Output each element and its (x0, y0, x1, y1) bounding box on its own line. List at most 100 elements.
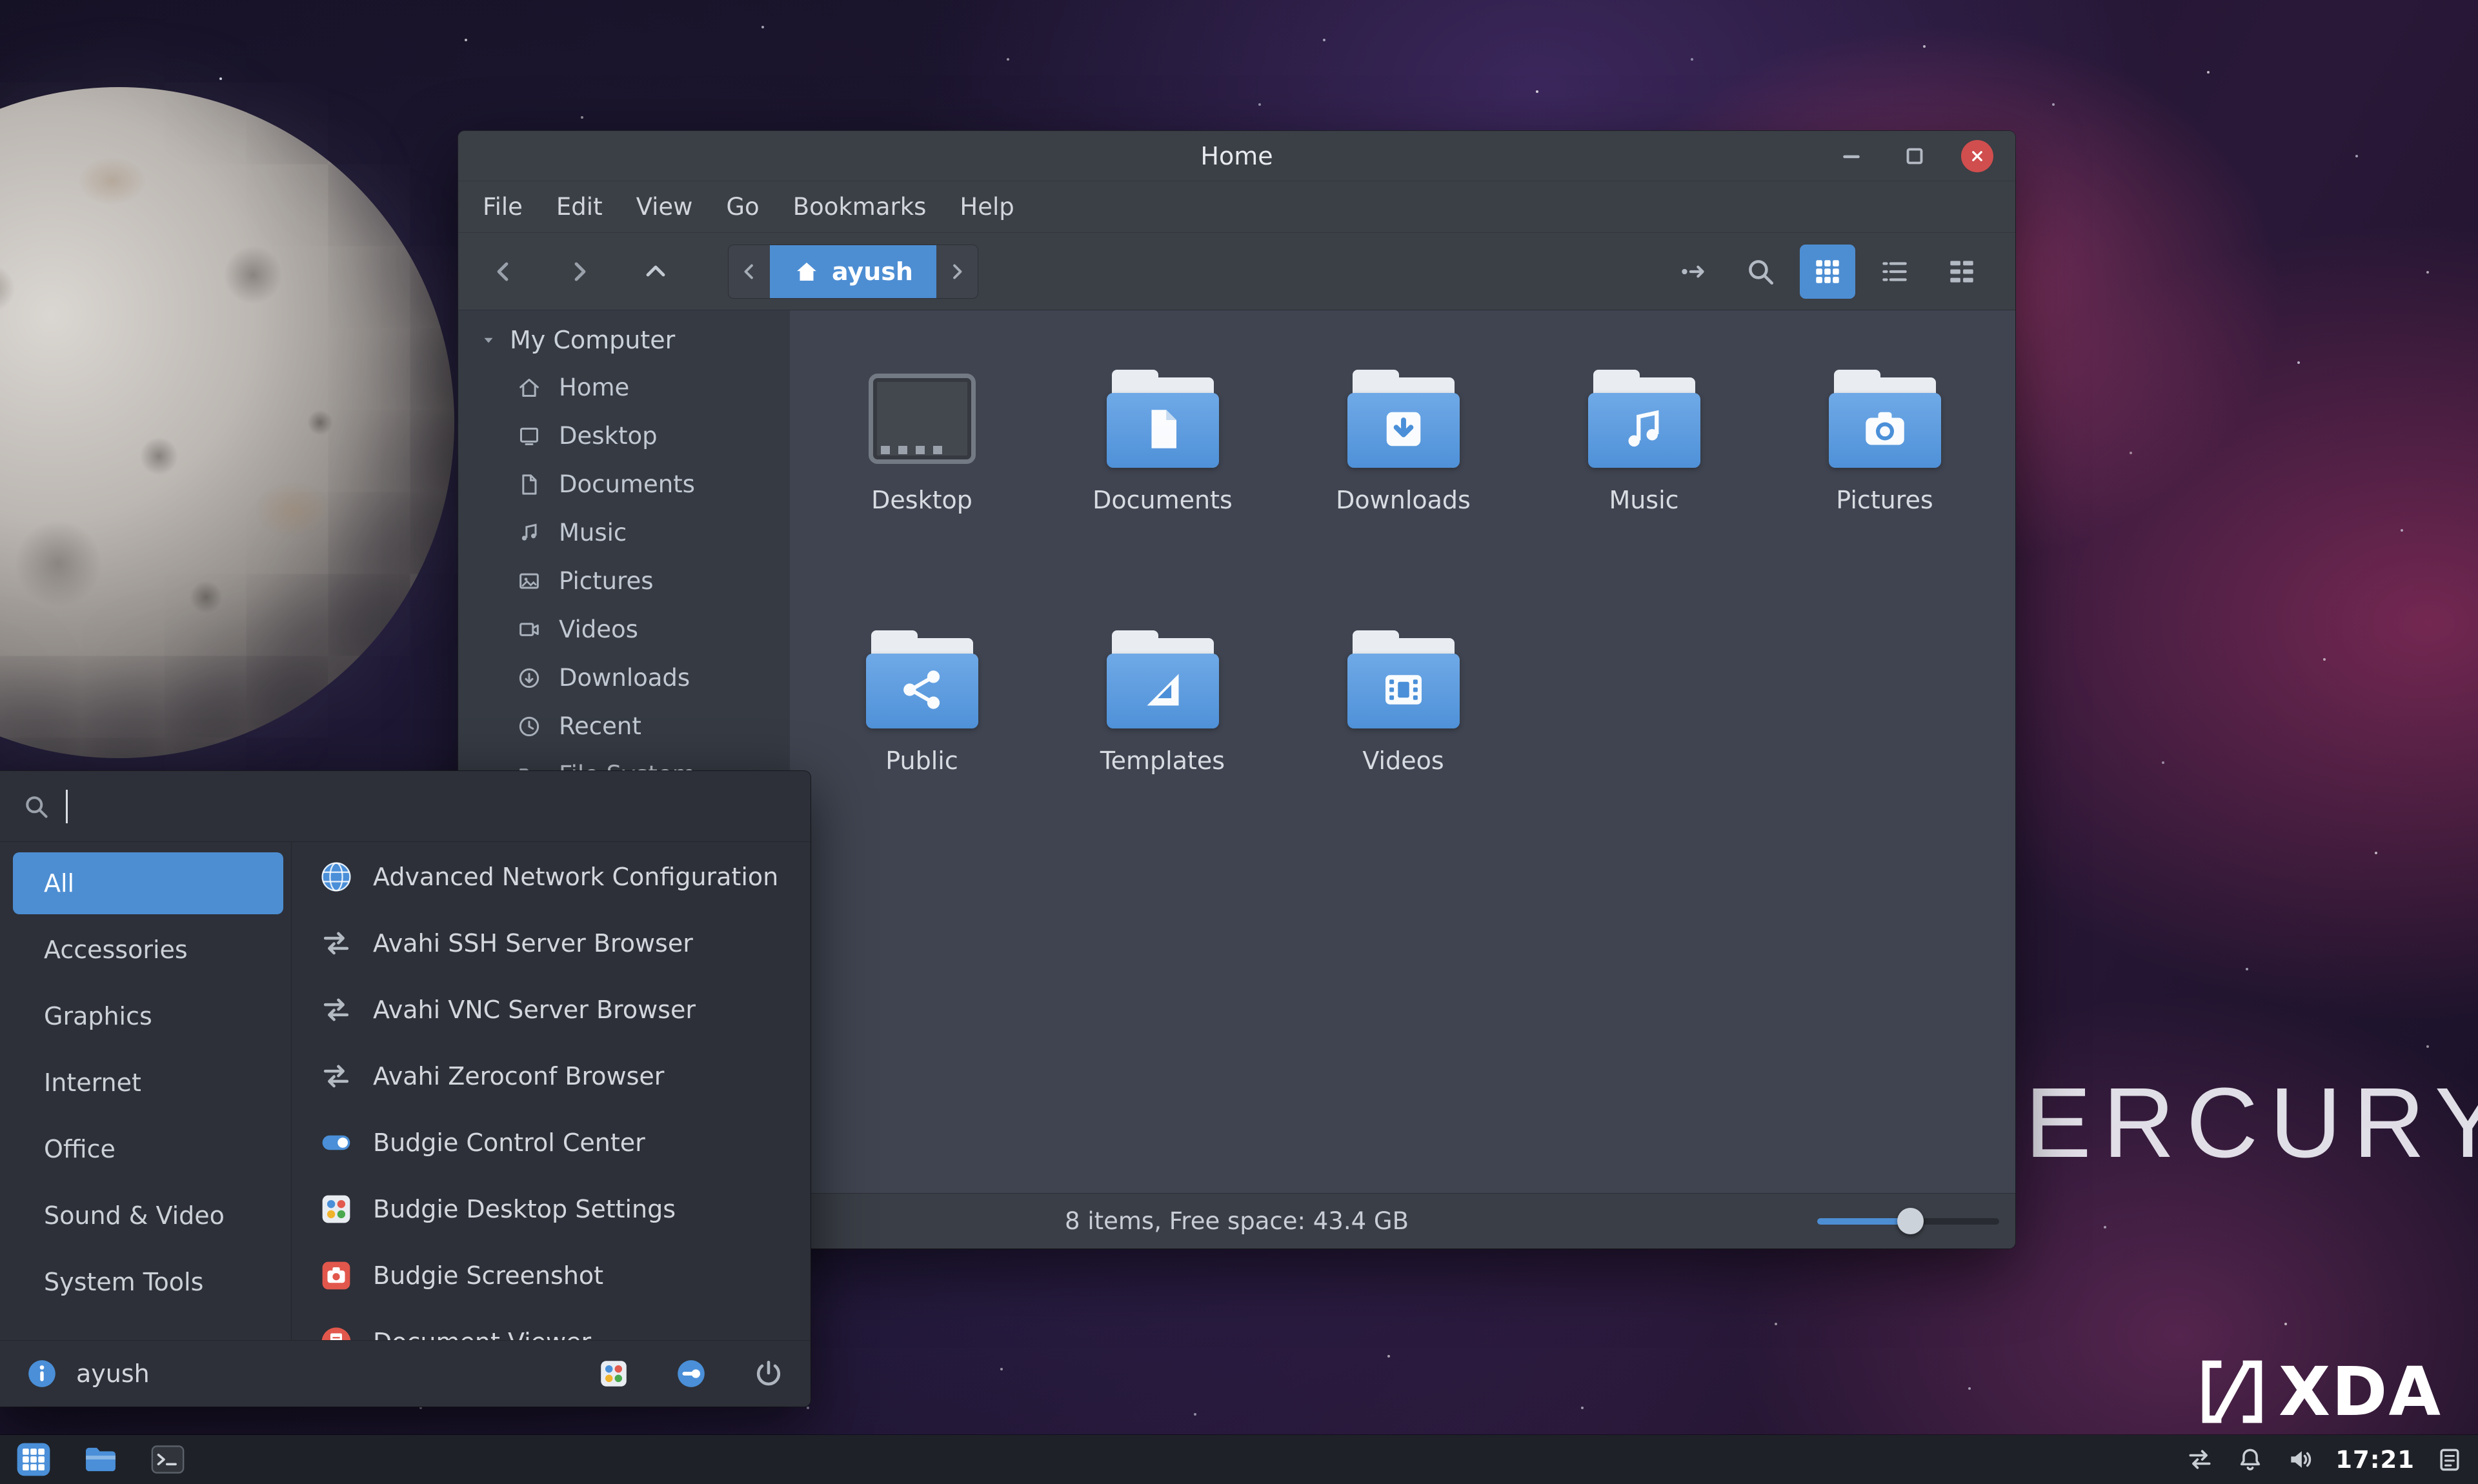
user-info-button[interactable] (25, 1356, 59, 1391)
file-item[interactable]: Videos (1283, 624, 1524, 885)
template-icon (1136, 663, 1190, 717)
power-button[interactable] (751, 1356, 786, 1391)
app-list-item[interactable]: Budgie Screenshot (292, 1242, 811, 1309)
app-list-item[interactable]: Avahi SSH Server Browser (292, 910, 811, 976)
chevron-left-icon (488, 256, 519, 287)
app-list-item[interactable]: Advanced Network Configuration (292, 843, 811, 910)
compact-view-button[interactable] (1934, 245, 1989, 299)
sidebar-item[interactable]: Recent (458, 702, 790, 750)
sidebar-section-my-computer[interactable]: My Computer (458, 317, 790, 363)
app-menu: All Accessories Graphics Internet Office (0, 771, 811, 1407)
terminal-icon (149, 1441, 186, 1478)
file-item[interactable]: Desktop (801, 363, 1042, 624)
maximize-button[interactable] (1898, 139, 1931, 173)
app-list-item[interactable]: Document Viewer (292, 1309, 811, 1340)
zoom-slider-track[interactable] (1817, 1218, 1999, 1225)
app-search-input[interactable] (83, 786, 789, 827)
chevron-right-icon (945, 259, 969, 284)
sidebar-item[interactable]: Documents (458, 460, 790, 508)
file-item[interactable]: Pictures (1764, 363, 2005, 624)
list-view-icon (1879, 256, 1911, 288)
file-item[interactable]: Documents (1042, 363, 1283, 624)
file-item[interactable]: Downloads (1283, 363, 1524, 624)
edit-location-button[interactable] (1666, 245, 1721, 299)
app-grid-icon (15, 1441, 52, 1478)
volume-tray-button[interactable] (2285, 1444, 2316, 1475)
app-list-item[interactable]: Budgie Control Center (292, 1109, 811, 1176)
category-item[interactable]: Accessories (13, 919, 283, 981)
chevron-up-icon (640, 256, 671, 287)
sidebar-item[interactable]: Pictures (458, 557, 790, 605)
category-item[interactable]: All (13, 852, 283, 914)
pictures-icon (516, 568, 542, 594)
breadcrumb-current-location[interactable]: ayush (770, 245, 936, 298)
search-icon (1744, 256, 1777, 288)
sidebar-item[interactable]: Videos (458, 605, 790, 654)
zoom-slider[interactable] (1817, 1194, 1999, 1248)
file-label: Videos (1362, 747, 1444, 775)
file-icon (861, 628, 983, 731)
notifications-tray-button[interactable] (2235, 1444, 2266, 1475)
back-button[interactable] (474, 245, 533, 299)
files-taskbar-button[interactable] (80, 1439, 121, 1480)
category-item[interactable]: Internet (13, 1052, 283, 1114)
file-label: Downloads (1336, 486, 1471, 514)
file-icon (1342, 628, 1465, 731)
control-center-button[interactable] (674, 1356, 709, 1391)
sidebar-item[interactable]: Downloads (458, 654, 790, 702)
file-label: Public (885, 747, 958, 775)
sidebar-item[interactable]: Desktop (458, 412, 790, 460)
app-label: Budgie Screenshot (373, 1261, 603, 1290)
breadcrumb-prev-button[interactable] (729, 245, 770, 298)
sidebar-item-label: Downloads (559, 664, 690, 692)
category-item[interactable]: Graphics (13, 985, 283, 1047)
category-item[interactable]: System Tools (13, 1251, 283, 1313)
network-tray-button[interactable] (2184, 1444, 2215, 1475)
sidebar-item[interactable]: Music (458, 508, 790, 557)
desktop-settings-button[interactable] (596, 1356, 631, 1391)
notes-tray-button[interactable] (2434, 1444, 2465, 1475)
search-button[interactable] (1733, 245, 1788, 299)
breadcrumb-next-button[interactable] (936, 245, 978, 298)
sidebar-item-label: Home (559, 374, 629, 401)
menubar-item[interactable]: View (620, 181, 710, 232)
menubar-item[interactable]: Bookmarks (776, 181, 943, 232)
menubar-item[interactable]: Help (943, 181, 1031, 232)
menubar-item[interactable]: Go (709, 181, 776, 232)
up-button[interactable] (626, 245, 685, 299)
menubar-item[interactable]: File (466, 181, 539, 232)
compact-view-icon (1946, 256, 1978, 288)
file-item[interactable]: Music (1524, 363, 1764, 624)
file-icon (1824, 367, 1946, 470)
wallpaper-title-text: ERCURY (2025, 1066, 2478, 1180)
speaker-icon (2286, 1445, 2315, 1474)
file-item[interactable]: Templates (1042, 624, 1283, 885)
menubar-item[interactable]: Edit (539, 181, 620, 232)
app-list-item[interactable]: Avahi VNC Server Browser (292, 976, 811, 1043)
terminal-taskbar-button[interactable] (147, 1439, 188, 1480)
close-button[interactable] (1961, 140, 1993, 172)
minimize-button[interactable] (1835, 139, 1868, 173)
app-launcher-button[interactable] (13, 1439, 54, 1480)
category-item[interactable]: Office (13, 1118, 283, 1180)
info-icon (26, 1358, 58, 1390)
list-view-button[interactable] (1867, 245, 1922, 299)
clock[interactable]: 17:21 (2335, 1446, 2415, 1474)
film-icon (1376, 663, 1431, 717)
forward-button[interactable] (550, 245, 609, 299)
sidebar-item[interactable]: Home (458, 363, 790, 412)
category-label: Sound & Video (44, 1201, 225, 1230)
file-item[interactable]: Public (801, 624, 1042, 885)
icon-view-button[interactable] (1800, 245, 1855, 299)
breadcrumb-location-label: ayush (832, 257, 913, 286)
app-list-item[interactable]: Budgie Desktop Settings (292, 1176, 811, 1242)
app-list-item[interactable]: Avahi Zeroconf Browser (292, 1043, 811, 1109)
edit-location-icon (1677, 256, 1709, 288)
category-item[interactable]: Sound & Video (13, 1185, 283, 1247)
taskbar-launchers (13, 1439, 188, 1480)
doc-icon (1136, 402, 1190, 456)
zoom-slider-knob[interactable] (1897, 1208, 1924, 1234)
window-controls (1835, 131, 1993, 181)
grid-view-icon (1811, 256, 1844, 288)
window-titlebar[interactable]: Home (458, 131, 2015, 181)
